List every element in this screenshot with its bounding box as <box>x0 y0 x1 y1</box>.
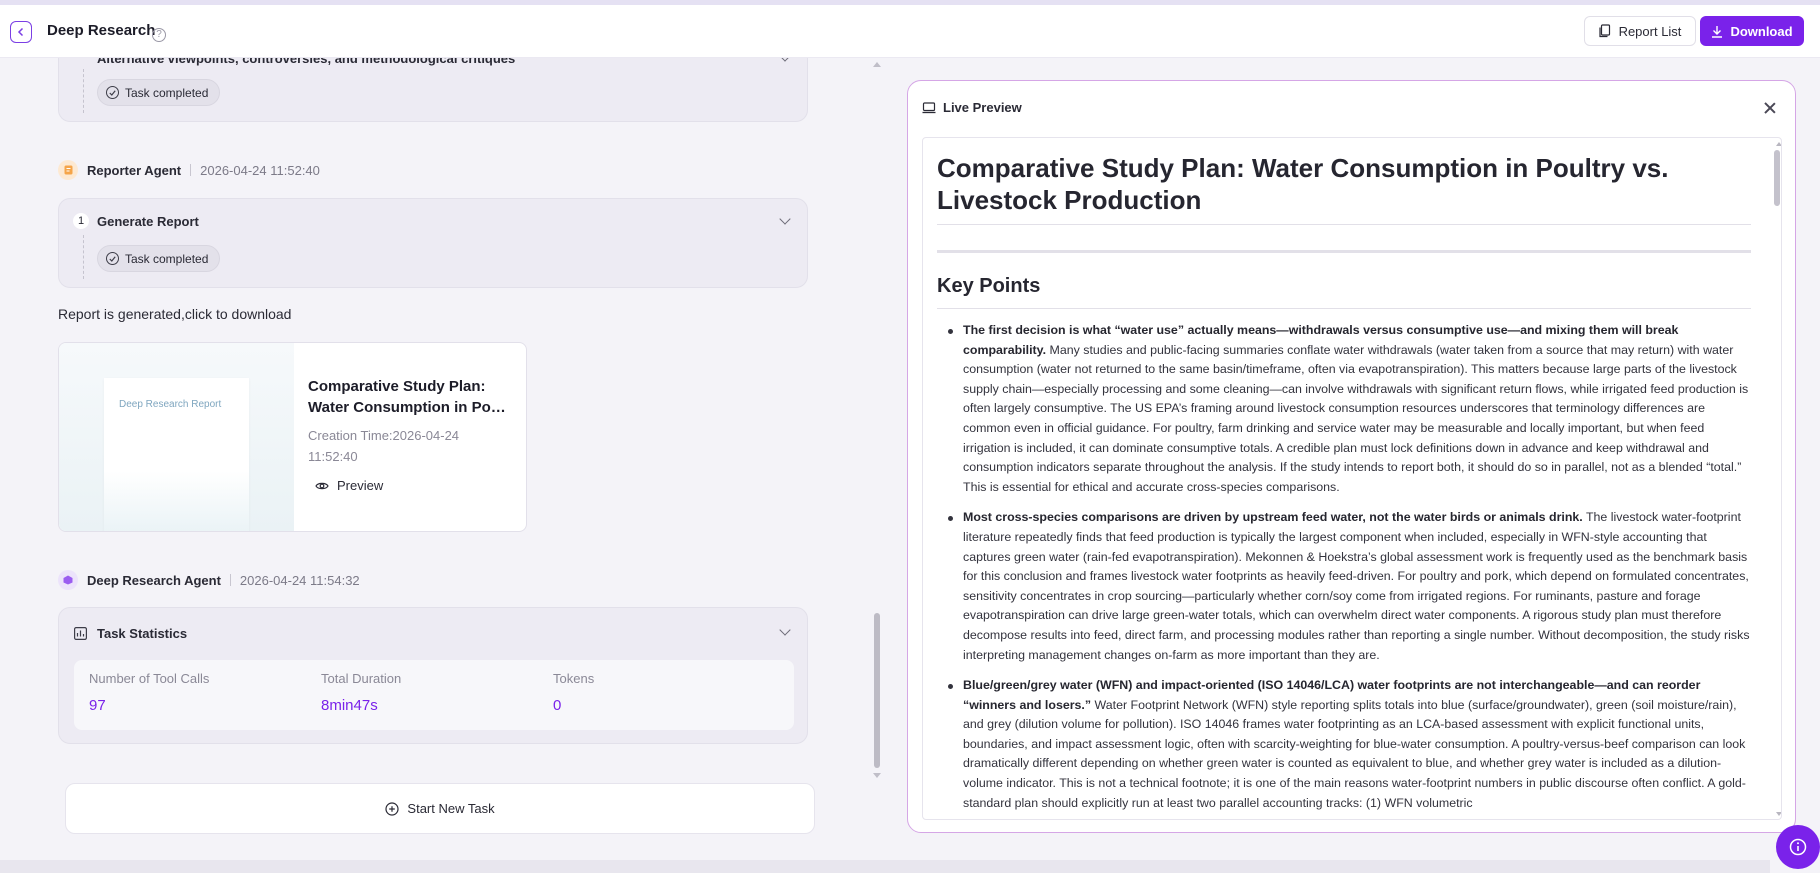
deep-research-agent-avatar <box>58 570 78 590</box>
info-icon <box>1789 838 1807 856</box>
documents-icon <box>1598 24 1610 38</box>
task-card-generate-report: 1 Generate Report Task completed <box>58 198 808 288</box>
list-item: The first decision is what “water use” a… <box>937 321 1751 497</box>
eye-icon <box>315 482 329 489</box>
step-number: 1 <box>73 213 89 229</box>
section-heading: Key Points <box>937 275 1041 297</box>
start-new-task-label: Start New Task <box>407 801 495 816</box>
close-icon[interactable] <box>1762 100 1778 116</box>
live-preview-title: Live Preview <box>943 100 1022 115</box>
report-list-label: Report List <box>1618 23 1682 39</box>
stat-value-tool-calls: 97 <box>89 697 106 714</box>
chevron-down-icon[interactable] <box>779 624 791 636</box>
preview-document[interactable]: Comparative Study Plan: Water Consumptio… <box>922 137 1782 820</box>
download-icon <box>1712 25 1723 38</box>
key-points-list: The first decision is what “water use” a… <box>937 321 1751 819</box>
page-title: Deep Research <box>47 22 156 39</box>
divider <box>937 308 1751 309</box>
report-thumbnail[interactable]: Deep Research Report <box>59 343 294 531</box>
help-icon[interactable]: ? <box>152 28 166 42</box>
stat-label-tool-calls: Number of Tool Calls <box>89 671 210 686</box>
task-statistics-card: Task Statistics Number of Tool Calls 97 … <box>58 607 808 744</box>
timeline-line <box>83 69 84 113</box>
live-preview-panel: Live Preview Comparative Study Plan: Wat… <box>907 80 1796 833</box>
report-card[interactable]: Deep Research Report Comparative Study P… <box>58 342 527 532</box>
add-chat-icon <box>385 801 400 816</box>
report-thumbnail-page: Deep Research Report <box>104 378 249 531</box>
agent-name: Deep Research Agent <box>87 572 221 588</box>
report-creation-time: Creation Time:2026-04-24 11:52:40 <box>308 428 460 464</box>
divider <box>937 250 1751 253</box>
doc-scroll-up-arrow[interactable] <box>1776 142 1781 146</box>
task-status-badge: Task completed <box>97 245 221 272</box>
download-button[interactable]: Download <box>1700 16 1804 46</box>
back-button[interactable] <box>10 21 32 43</box>
reporter-agent-avatar <box>58 160 78 180</box>
timeline-line <box>83 235 84 279</box>
agent-name: Reporter Agent <box>87 162 182 178</box>
task-card-title: Generate Report <box>97 214 199 229</box>
task-statistics-title: Task Statistics <box>97 626 188 641</box>
help-fab-button[interactable] <box>1776 825 1820 869</box>
check-circle-icon <box>106 86 119 99</box>
chart-icon <box>74 627 87 640</box>
document-icon <box>64 165 72 175</box>
document-title: Comparative Study Plan: Water Consumptio… <box>937 153 1669 215</box>
deep-research-agent-row: Deep Research Agent 2026-04-24 11:54:32 <box>58 570 360 590</box>
list-item: Most cross-species comparisons are drive… <box>937 508 1751 665</box>
cube-icon <box>63 575 73 585</box>
preview-label: Preview <box>337 478 384 493</box>
scroll-down-arrow[interactable] <box>873 773 881 778</box>
report-generated-text: Report is generated,click to download <box>58 306 292 322</box>
separator <box>229 574 231 586</box>
download-label: Download <box>1730 23 1793 39</box>
stat-label-tokens: Tokens <box>553 671 595 686</box>
agent-timestamp: 2026-04-24 11:52:40 <box>200 162 320 178</box>
scrollbar-thumb[interactable] <box>874 613 880 768</box>
task-status-badge: Task completed <box>97 79 221 106</box>
doc-scroll-down-arrow[interactable] <box>1776 812 1781 816</box>
scroll-up-arrow[interactable] <box>873 62 881 67</box>
report-title: Comparative Study Plan: Water Consumptio… <box>308 378 513 416</box>
report-list-button[interactable]: Report List <box>1584 16 1696 46</box>
separator <box>190 164 192 176</box>
start-new-task-button[interactable]: Start New Task <box>65 783 815 834</box>
stat-value-duration: 8min47s <box>321 697 378 714</box>
divider <box>937 224 1751 225</box>
reporter-agent-row: Reporter Agent 2026-04-24 11:52:40 <box>58 160 320 180</box>
live-preview-header: Live Preview <box>922 100 1022 115</box>
chevron-left-icon <box>17 27 24 37</box>
doc-scrollbar-thumb[interactable] <box>1774 150 1780 206</box>
preview-button[interactable]: Preview <box>315 478 383 493</box>
laptop-icon <box>922 101 936 113</box>
statistics-panel: Number of Tool Calls 97 Total Duration 8… <box>74 660 794 730</box>
app-header: Deep Research ? Report List Download <box>0 5 1820 58</box>
agent-timestamp: 2026-04-24 11:54:32 <box>239 572 360 588</box>
thumbnail-label: Deep Research Report <box>119 399 222 410</box>
list-item: Blue/green/grey water (WFN) and impact-o… <box>937 676 1751 813</box>
chevron-down-icon[interactable] <box>779 213 791 225</box>
stat-value-tokens: 0 <box>553 697 562 714</box>
check-circle-icon <box>106 252 119 265</box>
stat-label-duration: Total Duration <box>321 671 402 686</box>
bottom-bar <box>0 860 1770 873</box>
